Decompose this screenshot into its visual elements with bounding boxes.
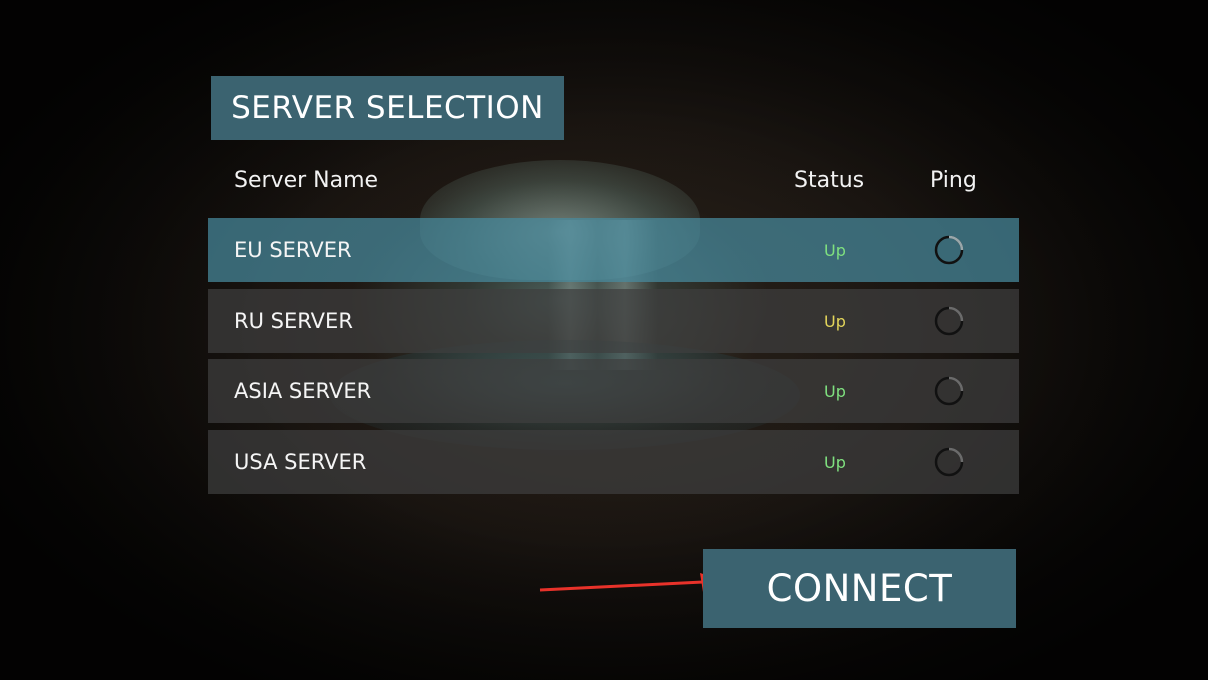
loading-ring-icon <box>934 235 964 265</box>
server-status: Up <box>824 382 846 401</box>
server-status: Up <box>824 311 846 331</box>
column-header-ping: Ping <box>930 168 977 193</box>
server-list: EU SERVER Up RU SERVER Up ASIA SERVER Up <box>208 218 1019 500</box>
server-row[interactable]: RU SERVER Up <box>208 288 1019 353</box>
server-status: Up <box>824 241 846 260</box>
server-name: USA SERVER <box>234 449 367 474</box>
server-row[interactable]: EU SERVER Up <box>208 218 1019 282</box>
connect-button[interactable]: CONNECT <box>703 549 1016 628</box>
loading-ring-icon <box>934 447 964 476</box>
server-name: RU SERVER <box>234 308 353 333</box>
loading-ring-icon <box>934 306 964 335</box>
game-screen: SERVER SELECTION Server Name Status Ping… <box>0 0 1208 680</box>
title-banner: SERVER SELECTION <box>211 76 564 140</box>
annotation-arrow-icon <box>539 573 726 592</box>
server-row[interactable]: ASIA SERVER Up <box>208 359 1019 423</box>
server-row[interactable]: USA SERVER Up <box>208 429 1019 494</box>
loading-ring-icon <box>934 376 964 406</box>
server-status: Up <box>824 452 846 472</box>
server-name: EU SERVER <box>234 238 352 262</box>
column-header-status: Status <box>794 168 865 193</box>
connect-button-label: CONNECT <box>766 567 953 610</box>
server-name: ASIA SERVER <box>234 379 372 403</box>
column-header-server-name: Server Name <box>234 168 379 193</box>
page-title: SERVER SELECTION <box>231 90 544 126</box>
